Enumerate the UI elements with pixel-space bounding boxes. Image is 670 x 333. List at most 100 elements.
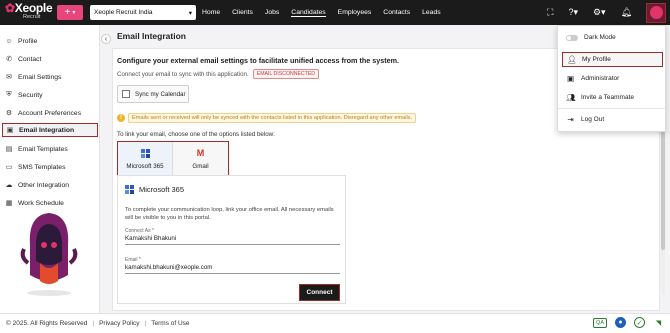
- card-title-text: Microsoft 365: [139, 185, 185, 194]
- gmail-icon: M: [196, 147, 205, 158]
- user-circle-icon[interactable]: ●: [615, 317, 626, 328]
- chevron-down-icon: ▾: [188, 9, 192, 17]
- nav-clients[interactable]: Clients: [232, 9, 253, 16]
- logo-sub: Recruit: [23, 14, 41, 20]
- nav-candidates[interactable]: Candidates: [291, 9, 326, 17]
- status-badge: EMAIL DISCONNECTED: [252, 69, 320, 79]
- divider: |: [92, 320, 95, 327]
- sync-warning: ! Emails sent or received will only be s…: [117, 112, 417, 123]
- mascot-illustration: [20, 213, 78, 296]
- check-circle-icon[interactable]: ✓: [634, 317, 645, 328]
- link-instructions: To link your email, choose one of the op…: [117, 131, 275, 138]
- template-icon: ▤: [5, 146, 13, 153]
- collapse-sidebar-button[interactable]: ‹: [101, 34, 111, 44]
- administrator-label: Administrator: [581, 75, 620, 82]
- integration-icon: ▣: [6, 127, 14, 134]
- copyright-text: © 2025. All Rights Reserved: [6, 320, 88, 327]
- qa-badge[interactable]: QA: [593, 317, 607, 328]
- microsoft-365-label: Microsoft 365: [126, 162, 164, 170]
- connect-subline: Connect your email to sync with this app…: [117, 69, 320, 79]
- user-avatar[interactable]: [646, 2, 666, 23]
- info-icon: !: [117, 113, 125, 122]
- user-icon: 👤︎: [567, 55, 577, 64]
- settings-icon: ⚙: [5, 110, 13, 117]
- nav-employees[interactable]: Employees: [338, 9, 372, 16]
- user-icon: ☺: [5, 37, 13, 45]
- sync-calendar-label: Sync my Calendar: [135, 90, 186, 98]
- card-title: Microsoft 365: [125, 185, 184, 194]
- dark-mode-label: Dark Mode: [584, 34, 616, 41]
- nav-leads[interactable]: Leads: [422, 9, 441, 16]
- page-title: Email Integration: [117, 31, 186, 41]
- plus-icon: +: [64, 7, 71, 18]
- subline-text: Connect your email to sync with this app…: [117, 70, 249, 78]
- divider: [558, 108, 665, 109]
- scrollbar-thumb[interactable]: [661, 130, 665, 250]
- bell-icon[interactable]: 🔔︎: [621, 0, 632, 25]
- add-user-icon: 👥︎: [566, 93, 576, 102]
- menu-item-my-profile[interactable]: 👤︎ My Profile: [562, 52, 663, 67]
- privacy-link[interactable]: Privacy Policy: [99, 320, 139, 327]
- provider-options: Microsoft 365 M Gmail: [117, 141, 229, 178]
- sms-icon: ▭: [5, 164, 13, 171]
- avatar-image: [649, 6, 663, 19]
- invite-label: Invite a Teammate: [581, 94, 634, 101]
- nav-home[interactable]: Home: [202, 9, 220, 16]
- divider: |: [144, 320, 147, 327]
- sidebar-item-email-integration[interactable]: ▣ Email Integration: [2, 123, 98, 137]
- gmail-label: Gmail: [192, 162, 209, 170]
- dark-mode-toggle[interactable]: Dark Mode: [562, 30, 663, 45]
- organization-name: Xeople Recruit India: [94, 9, 153, 16]
- logo[interactable]: ✿Xeople Recruit: [5, 1, 53, 24]
- organization-select[interactable]: Xeople Recruit India ▾: [90, 5, 196, 20]
- sidebar-item-email-settings[interactable]: ✉ Email Settings: [5, 70, 95, 84]
- top-icons: ⛶ ?▾ ⚙▾ 🔔︎: [532, 0, 670, 25]
- phone-icon: ✆: [6, 56, 12, 63]
- sidebar-item-contact[interactable]: ✆ Contact: [5, 52, 95, 66]
- email-label: Email *: [125, 257, 141, 263]
- connect-button[interactable]: Connect: [299, 284, 340, 301]
- microsoft-365-card: Microsoft 365 To complete your communica…: [117, 175, 346, 304]
- sidebar-item-profile[interactable]: ☺ Profile: [5, 34, 95, 48]
- cloud-icon: ☁: [5, 182, 13, 189]
- terms-link[interactable]: Terms of Use: [151, 320, 189, 327]
- admin-icon: ▣: [566, 74, 575, 83]
- shield-icon: ⛨: [6, 91, 12, 98]
- sidebar-item-email-templates[interactable]: ▤ Email Templates: [5, 142, 95, 156]
- email-field[interactable]: kamakshi.bhakuni@xeople.com: [125, 264, 340, 274]
- microsoft-365-option[interactable]: Microsoft 365: [118, 142, 173, 176]
- sync-calendar-checkbox[interactable]: Sync my Calendar: [117, 85, 189, 103]
- chevron-down-icon: ▾: [72, 10, 76, 16]
- sidebar-item-security[interactable]: ⛨ Security: [5, 88, 95, 102]
- sidebar-item-other-integration[interactable]: ☁ Other Integration: [5, 178, 95, 192]
- quick-add-button[interactable]: + ▾: [57, 5, 83, 20]
- checkbox-box: [122, 90, 130, 98]
- warning-text: Emails sent or received will only be syn…: [128, 112, 417, 123]
- mail-icon: ✉: [6, 74, 12, 81]
- wifi-icon[interactable]: ◥: [653, 317, 664, 328]
- nav-jobs[interactable]: Jobs: [265, 9, 279, 16]
- main-nav: Home Clients Jobs Candidates Employees C…: [202, 0, 453, 25]
- fullscreen-icon[interactable]: ⛶: [547, 0, 553, 25]
- gmail-option[interactable]: M Gmail: [173, 142, 228, 176]
- help-icon[interactable]: ?▾: [568, 0, 578, 25]
- connect-as-label: Connect As *: [125, 228, 154, 234]
- toggle-switch[interactable]: [566, 34, 578, 41]
- connect-as-field[interactable]: Kamakshi Bhakuni: [125, 235, 340, 245]
- menu-item-administrator[interactable]: ▣ Administrator: [562, 71, 663, 86]
- chevron-left-icon: ‹: [104, 35, 108, 43]
- sidebar-item-sms-templates[interactable]: ▭ SMS Templates: [5, 160, 95, 174]
- logo-brand: ✿Xeople: [5, 1, 53, 15]
- sidebar-item-account-preferences[interactable]: ⚙ Account Preferences: [5, 106, 95, 120]
- log-out-label: Log Out: [581, 116, 605, 123]
- card-description: To complete your communication loop, lin…: [125, 207, 334, 221]
- nav-contacts[interactable]: Contacts: [383, 9, 410, 16]
- gear-icon[interactable]: ⚙▾: [593, 0, 606, 25]
- footer-icons: QA ● ✓ ◥: [593, 317, 664, 328]
- logout-icon: ⇥: [567, 115, 574, 124]
- microsoft-icon: [140, 148, 150, 158]
- top-bar: ✿Xeople Recruit + ▾ Xeople Recruit India …: [0, 0, 670, 25]
- footer: © 2025. All Rights Reserved | Privacy Po…: [0, 313, 670, 333]
- menu-item-invite-teammate[interactable]: 👥︎ Invite a Teammate: [562, 90, 663, 105]
- menu-item-log-out[interactable]: ⇥ Log Out: [562, 112, 663, 127]
